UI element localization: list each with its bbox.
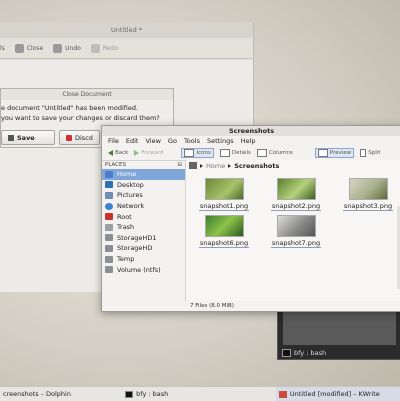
save-button[interactable]: Save xyxy=(1,130,55,145)
back-button[interactable]: Back xyxy=(108,150,128,156)
places-item-home[interactable]: Home xyxy=(102,169,185,180)
back-arrow-icon xyxy=(108,150,113,156)
split-button[interactable]: Split xyxy=(360,149,381,157)
file-view[interactable]: Home Screenshots snapshot1.png snapshot2… xyxy=(186,160,400,301)
redo-button[interactable]: Redo xyxy=(90,43,118,53)
taskbar: creenshots – Dolphin bfy : bash Untitled… xyxy=(0,386,400,401)
home-icon xyxy=(105,170,113,178)
file-item[interactable]: snapshot2.png xyxy=(266,178,326,211)
drive-icon xyxy=(105,244,113,252)
close-button[interactable]: Close xyxy=(14,43,43,53)
places-header: PLACES ⊟ xyxy=(105,161,182,168)
breadcrumb-current[interactable]: Screenshots xyxy=(234,162,279,170)
image-thumbnail xyxy=(276,178,316,200)
columns-view-button[interactable]: Columns xyxy=(256,149,293,157)
root-icon xyxy=(105,213,113,221)
desktop-icon xyxy=(105,181,113,189)
preview-icon xyxy=(317,149,328,157)
discard-icon xyxy=(66,134,72,141)
menu-go[interactable]: Go xyxy=(168,137,177,145)
dialog-title: Close Document xyxy=(1,89,173,100)
redo-icon xyxy=(90,43,100,53)
dialog-message-line1: e document "Untitled" has been modified. xyxy=(1,104,139,112)
drive-icon xyxy=(105,234,113,242)
dolphin-toolbar: Back Forward Icons Details Columns Previ… xyxy=(102,146,400,161)
terminal-icon xyxy=(282,349,291,357)
task-terminal[interactable]: bfy : bash xyxy=(122,387,276,401)
details-view-button[interactable]: Details xyxy=(219,149,251,157)
menu-settings[interactable]: Settings xyxy=(207,137,234,145)
menu-bar: File Edit View Go Tools Settings Help xyxy=(102,136,400,146)
image-thumbnail xyxy=(204,215,244,237)
places-item-trash[interactable]: Trash xyxy=(102,222,185,233)
places-item-desktop[interactable]: Desktop xyxy=(102,180,185,191)
places-item-storagehd[interactable]: StorageHD xyxy=(102,243,185,254)
dialog-message-line2: you want to save your changes or discard… xyxy=(1,114,160,122)
file-item[interactable]: snapshot3.png xyxy=(338,178,398,211)
file-item[interactable]: snapshot7.png xyxy=(266,215,326,248)
panel-close-icon[interactable]: ⊟ xyxy=(177,162,182,168)
drive-icon xyxy=(105,266,113,274)
chevron-right-icon xyxy=(228,163,232,168)
image-thumbnail xyxy=(348,178,388,200)
save-icon xyxy=(8,134,14,141)
pictures-icon xyxy=(105,191,113,199)
forward-button[interactable]: Forward xyxy=(134,150,163,156)
drive-icon xyxy=(105,255,113,263)
places-panel: PLACES ⊟ Home Desktop Pictures Network Ro… xyxy=(102,160,186,301)
close-doc-icon xyxy=(14,43,24,53)
discard-button[interactable]: Discd xyxy=(59,130,100,145)
dolphin-title: Screenshots xyxy=(102,126,400,136)
dialog-message: e document "Untitled" has been modified.… xyxy=(1,103,160,123)
details-view-icon xyxy=(219,149,230,157)
image-thumbnail xyxy=(276,215,316,237)
places-item-network[interactable]: Network xyxy=(102,201,185,212)
columns-view-icon xyxy=(256,149,267,157)
menu-file[interactable]: File xyxy=(108,137,119,145)
network-icon xyxy=(105,202,113,210)
places-item-root[interactable]: Root xyxy=(102,211,185,222)
places-item-pictures[interactable]: Pictures xyxy=(102,190,185,201)
menu-tools[interactable]: Tools xyxy=(184,137,200,145)
location-home-icon[interactable] xyxy=(189,162,197,169)
menu-edit[interactable]: Edit xyxy=(126,137,139,145)
file-item[interactable]: snapshot1.png xyxy=(194,178,254,211)
terminal-icon xyxy=(125,390,134,398)
file-item[interactable]: snapshot6.png xyxy=(194,215,254,248)
terminal-caption: bfy : bash xyxy=(282,349,326,357)
task-kwrite[interactable]: Untitled [modified] – KWrite xyxy=(275,387,400,401)
chevron-right-icon xyxy=(200,163,203,168)
dolphin-window: Screenshots File Edit View Go Tools Sett… xyxy=(101,125,400,312)
icons-view-icon xyxy=(184,149,195,157)
trash-icon xyxy=(105,223,113,231)
image-thumbnail xyxy=(204,178,244,200)
icons-view-button[interactable]: Icons xyxy=(181,148,214,158)
kwrite-icon xyxy=(278,390,287,398)
menu-view[interactable]: View xyxy=(145,137,160,145)
forward-arrow-icon xyxy=(134,150,140,156)
breadcrumb: Home Screenshots xyxy=(186,160,400,171)
kwrite-toolbar: ls Close Undo Redo xyxy=(0,38,253,59)
places-item-volume-ntfs[interactable]: Volume (ntfs) xyxy=(102,264,185,275)
undo-icon xyxy=(53,43,63,53)
kwrite-title: Untitled * xyxy=(0,22,253,38)
toolbar-truncated-label[interactable]: ls xyxy=(0,45,5,52)
split-icon xyxy=(360,149,367,157)
task-dolphin[interactable]: creenshots – Dolphin xyxy=(0,387,122,401)
places-item-temp[interactable]: Temp xyxy=(102,254,185,265)
status-bar: 7 Files (8.0 MiB) xyxy=(190,303,234,309)
menu-help[interactable]: Help xyxy=(241,137,256,145)
preview-button[interactable]: Preview xyxy=(314,148,355,158)
places-item-storagehd1[interactable]: StorageHD1 xyxy=(102,233,185,244)
breadcrumb-home[interactable]: Home xyxy=(206,162,225,170)
undo-button[interactable]: Undo xyxy=(53,43,81,53)
